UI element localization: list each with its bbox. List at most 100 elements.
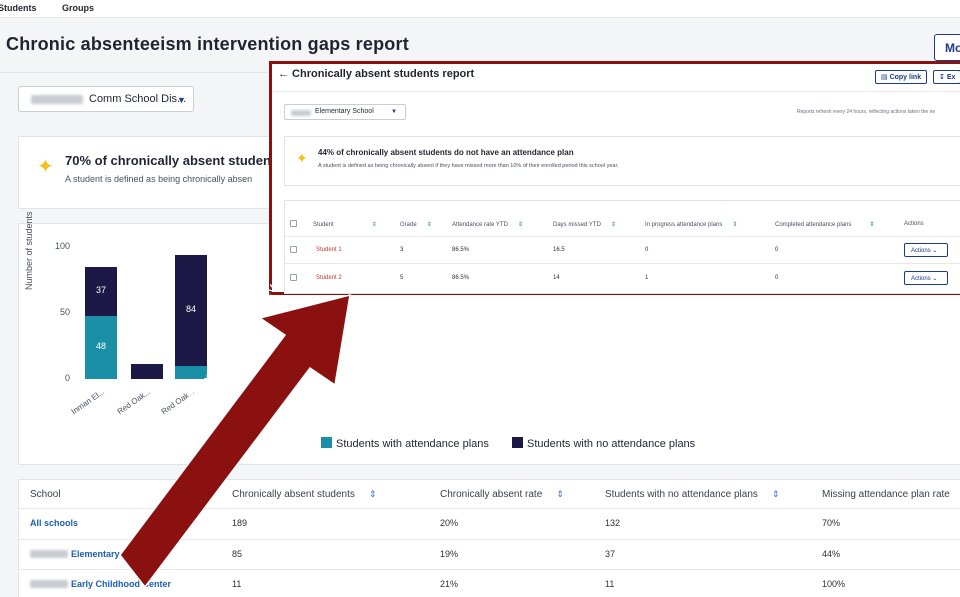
student-report-title[interactable]: ← Chronically absent students report [278,68,474,80]
summary-definition: A student is defined as being chronicall… [65,174,253,184]
student-summary-headline: 44% of chronically absent students do no… [318,148,574,157]
student-table [284,200,960,294]
table-cell: 44% [822,549,841,559]
col-grade[interactable]: Grade ⇕ [400,221,432,228]
chart-y-axis-label: Number of students [24,211,34,290]
copy-icon: ▤ [881,74,888,81]
page-title: Chronic absenteeism intervention gaps re… [6,34,409,54]
table-cell: 16.5 [553,247,565,253]
student-link[interactable]: Student 1 [316,247,342,253]
sort-icon[interactable]: ⇕ [732,222,737,228]
table-cell: 70% [822,518,841,528]
row-divider [284,236,960,237]
redacted-school-prefix [30,550,68,558]
download-icon: ↧ [939,74,945,81]
col-completed-plans[interactable]: Completed attendance plans ⇕ [775,221,874,228]
col-days-missed[interactable]: Days missed YTD ⇕ [553,221,616,228]
sort-icon[interactable]: ⇕ [611,222,616,228]
legend-label-no-plans: Students with no attendance plans [527,438,696,450]
legend-item-no-plans[interactable]: Students with no attendance plans [512,437,695,450]
bar-data-label: 37 [95,285,106,296]
student-link[interactable]: Student 2 [316,275,342,281]
row-checkbox[interactable] [290,246,297,253]
chevron-down-icon: ⌄ [932,276,938,282]
table-cell: 20% [440,518,459,528]
table-cell: 37 [605,549,616,559]
table-cell: 0 [775,275,779,281]
summary-headline: 70% of chronically absent student [65,153,276,168]
actions-label: Actions [911,248,931,254]
refresh-note: Reports refresh every 24 hours, reflecti… [797,109,936,115]
bar-data-label: 48 [95,341,106,352]
table-cell: 0 [645,247,649,253]
y-tick-label: 0 [64,373,70,383]
table-cell: 132 [605,518,621,528]
table-cell: 14 [553,275,560,281]
col-attendance-rate[interactable]: Attendance rate YTD ⇕ [452,221,523,228]
school-select-value: Elementary School [315,108,374,115]
col-no-plans-label: Students with no attendance plans [605,489,758,500]
sparkle-icon: ✦ [37,156,54,178]
actions-button[interactable]: Actions ⌄ [904,271,948,285]
select-all-checkbox[interactable] [290,220,297,227]
top-nav: Students Groups [0,0,960,18]
school-select[interactable]: Elementary School ▼ [284,104,406,120]
table-cell: 86.5% [452,275,470,281]
sort-icon[interactable]: ⇕ [518,222,523,228]
nav-groups[interactable]: Groups [62,3,94,13]
col-completed-plans-label: Completed attendance plans [775,222,852,228]
actions-button[interactable]: Actions ⌄ [904,243,948,257]
sort-icon[interactable]: ⇕ [869,222,874,228]
district-select[interactable]: Comm School Dis... ▼ [18,86,194,112]
col-attendance-rate-label: Attendance rate YTD [452,222,508,228]
bar-segment[interactable]: 48 [85,315,117,379]
table-cell: 100% [822,579,846,589]
redacted-school-prefix [291,110,311,116]
table-cell: 0 [775,247,779,253]
table-cell: 86.5% [452,247,470,253]
school-link-all[interactable]: All schools [30,518,78,528]
col-student[interactable]: Student ⇕ [313,221,377,228]
chevron-down-icon: ▼ [391,109,397,115]
nav-students[interactable]: Students [0,3,37,13]
table-cell: 1 [645,275,649,281]
table-cell: 11 [605,579,615,589]
sort-icon[interactable]: ⇕ [556,489,564,499]
y-tick-label: 50 [59,307,70,317]
col-student-label: Student [313,222,334,228]
overlay-divider [272,91,960,92]
district-select-value: Comm School Dis... [89,93,187,105]
table-cell: 19% [440,549,459,559]
copy-link-button[interactable]: ▤ Copy link [875,70,928,84]
chevron-down-icon: ▼ [177,95,186,105]
col-school-label: School [30,489,61,500]
sort-icon[interactable]: ⇕ [772,489,780,499]
copy-link-label: Copy link [889,74,922,81]
row-divider [284,263,960,264]
col-school[interactable]: School [30,489,61,500]
col-missing-rate[interactable]: Missing attendance plan rate [822,489,950,500]
col-in-progress-plans[interactable]: In progress attendance plans ⇕ [645,221,737,228]
redacted-district-name [31,95,83,104]
actions-label: Actions [911,276,931,282]
col-actions: Actions [904,221,924,227]
bar-segment[interactable]: 37 [85,266,117,316]
sort-icon[interactable]: ⇕ [372,222,377,228]
redacted-school-prefix [30,580,68,588]
table-cell: 5 [400,275,404,281]
table-cell: 21% [440,579,459,589]
sort-icon[interactable]: ⇕ [427,222,432,228]
export-label: Ex [946,74,956,81]
export-button[interactable]: ↧ Ex [933,70,960,84]
col-absent-rate[interactable]: Chronically absent rate ⇕ [440,489,564,500]
y-tick-label: 100 [54,241,70,251]
student-report-overlay: ← Chronically absent students report ▤ C… [269,61,960,295]
col-in-progress-plans-label: In progress attendance plans [645,222,723,228]
student-summary-card: ✦ 44% of chronically absent students do … [284,136,960,186]
col-no-plans[interactable]: Students with no attendance plans ⇕ [605,489,779,500]
more-button[interactable]: Mo [934,34,960,61]
col-grade-label: Grade [400,222,417,228]
col-days-missed-label: Days missed YTD [553,222,601,228]
chevron-down-icon: ⌄ [932,248,938,254]
legend-swatch-navy [512,437,523,448]
